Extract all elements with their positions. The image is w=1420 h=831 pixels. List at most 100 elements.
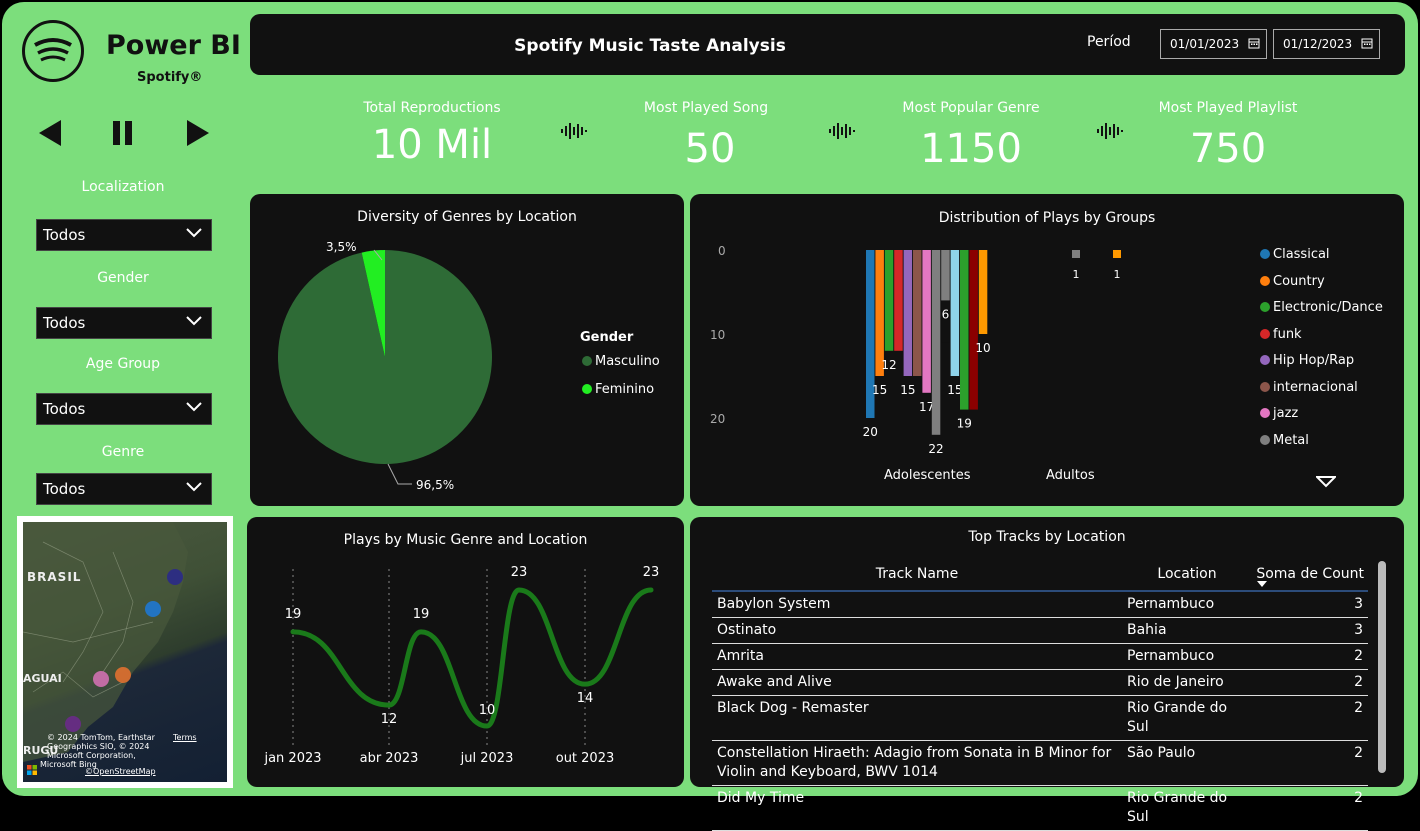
bar[interactable] bbox=[1113, 250, 1121, 258]
table-row[interactable]: Ostinato Bahia 3 bbox=[712, 617, 1368, 644]
location-cell: Rio Grande do Sul bbox=[1122, 785, 1252, 831]
bar-data-label: 15 bbox=[900, 383, 915, 397]
map-country-label: BRASIL bbox=[27, 570, 82, 584]
map-point[interactable] bbox=[65, 716, 81, 732]
map-canvas[interactable]: BRASIL AGUAI RUGU © 2024 TomTom, Earthst… bbox=[23, 522, 227, 782]
localization-dropdown[interactable]: Todos bbox=[36, 219, 212, 251]
bar[interactable] bbox=[1072, 250, 1080, 258]
legend-item-country[interactable]: Country bbox=[1260, 274, 1325, 289]
map-point[interactable] bbox=[93, 671, 109, 687]
dropdown-value: Todos bbox=[43, 400, 86, 418]
period-label: Períod bbox=[1087, 34, 1131, 50]
count-cell: 2 bbox=[1252, 785, 1368, 831]
openstreetmap-link[interactable]: ©OpenStreetMap bbox=[85, 767, 156, 776]
bar[interactable] bbox=[894, 250, 903, 351]
skip-back-icon[interactable] bbox=[36, 118, 68, 152]
pie-label-small: 3,5% bbox=[326, 240, 357, 254]
pie-chart-panel: Diversity of Genres by Location 3,5% 96,… bbox=[250, 194, 684, 506]
track-name-cell: Ostinato bbox=[712, 617, 1122, 644]
legend-item-classical[interactable]: Classical bbox=[1260, 247, 1330, 262]
legend-dot bbox=[1260, 328, 1270, 339]
column-header-location[interactable]: Location bbox=[1122, 562, 1252, 592]
kpi-value: 50 bbox=[684, 126, 736, 172]
bar[interactable] bbox=[903, 250, 913, 376]
header-bar: Spotify Music Taste Analysis Períod 01/0… bbox=[250, 14, 1405, 75]
bar-data-label: 22 bbox=[928, 442, 943, 456]
map-point[interactable] bbox=[115, 667, 131, 683]
table-scrollbar[interactable] bbox=[1378, 561, 1386, 773]
bar-data-label: 15 bbox=[872, 383, 887, 397]
gender-dropdown[interactable]: Todos bbox=[36, 307, 212, 339]
track-name-cell: Did My Time bbox=[712, 785, 1122, 831]
spotify-logo-icon bbox=[22, 20, 84, 82]
x-category-label: Adultos bbox=[1046, 468, 1095, 483]
skip-forward-icon[interactable] bbox=[184, 118, 216, 152]
chevron-down-icon bbox=[186, 228, 202, 238]
bar[interactable] bbox=[960, 250, 969, 410]
line-data-label: 14 bbox=[577, 691, 594, 706]
triangle-down-icon[interactable] bbox=[1316, 476, 1336, 488]
legend-item-jazz[interactable]: jazz bbox=[1260, 406, 1298, 421]
table-row[interactable]: Black Dog - Remaster Rio Grande do Sul 2 bbox=[712, 695, 1368, 741]
bar-data-label: 6 bbox=[942, 307, 950, 321]
line-series[interactable] bbox=[290, 587, 654, 729]
kpi-label: Total Reproductions bbox=[363, 100, 501, 116]
table-row[interactable]: Constellation Hiraeth: Adagio from Sonat… bbox=[712, 740, 1368, 786]
map-point[interactable] bbox=[167, 569, 183, 585]
bar-chart-panel: Distribution of Plays by Groups 0 10 20 … bbox=[690, 194, 1404, 506]
legend-dot bbox=[1260, 302, 1270, 312]
brand-subtitle: Spotify® bbox=[137, 70, 203, 85]
dropdown-value: Todos bbox=[43, 314, 86, 332]
sound-wave-icon bbox=[829, 123, 855, 139]
pie-chart[interactable] bbox=[250, 194, 684, 506]
bar-data-label: 1 bbox=[1114, 268, 1121, 281]
bar[interactable] bbox=[884, 250, 894, 351]
legend-dot bbox=[1260, 275, 1270, 286]
table-row[interactable]: Amrita Pernambuco 2 bbox=[712, 643, 1368, 670]
pause-icon[interactable] bbox=[110, 118, 142, 152]
track-name-cell: Awake and Alive bbox=[712, 669, 1122, 696]
count-cell: 2 bbox=[1252, 643, 1368, 670]
map-point[interactable] bbox=[145, 601, 161, 617]
track-name-cell: Constellation Hiraeth: Adagio from Sonat… bbox=[712, 740, 1122, 786]
date-end-input[interactable]: 01/12/2023 bbox=[1273, 29, 1380, 59]
map-terms-link[interactable]: Terms bbox=[173, 733, 197, 742]
date-start-input[interactable]: 01/01/2023 bbox=[1160, 29, 1267, 59]
slicer-label-localization: Localization bbox=[81, 179, 165, 195]
bar-chart[interactable]: 20151215172261519101 1 bbox=[690, 194, 1404, 506]
bar[interactable] bbox=[941, 250, 950, 301]
location-map[interactable]: BRASIL AGUAI RUGU © 2024 TomTom, Earthst… bbox=[17, 516, 233, 788]
bar[interactable] bbox=[978, 250, 988, 334]
legend-dot bbox=[1260, 355, 1270, 365]
legend-item-electronic-dance[interactable]: Electronic/Dance bbox=[1260, 300, 1383, 315]
count-cell: 2 bbox=[1252, 695, 1368, 741]
pie-legend-item-masculino[interactable]: Masculino bbox=[582, 354, 660, 369]
track-name-cell: Black Dog - Remaster bbox=[712, 695, 1122, 741]
age-group-dropdown[interactable]: Todos bbox=[36, 393, 212, 425]
table-row[interactable]: Babylon System Pernambuco 3 bbox=[712, 591, 1368, 618]
legend-item-internacional[interactable]: internacional bbox=[1260, 380, 1358, 395]
legend-item-hip-hop-rap[interactable]: Hip Hop/Rap bbox=[1260, 353, 1354, 368]
chevron-down-icon bbox=[186, 402, 202, 412]
dropdown-value: Todos bbox=[43, 226, 86, 244]
table-row[interactable]: Awake and Alive Rio de Janeiro 2 bbox=[712, 669, 1368, 696]
chevron-down-icon bbox=[186, 482, 202, 492]
table-row[interactable]: Did My Time Rio Grande do Sul 2 bbox=[712, 785, 1368, 831]
legend-item-metal[interactable]: Metal bbox=[1260, 433, 1309, 448]
chevron-down-icon bbox=[186, 316, 202, 326]
kpi-value: 750 bbox=[1189, 126, 1267, 172]
genre-dropdown[interactable]: Todos bbox=[36, 473, 212, 505]
legend-item-funk[interactable]: funk bbox=[1260, 327, 1302, 342]
line-chart[interactable]: jan 2023 abr 2023 jul 2023 out 2023 19 12 19 10… bbox=[247, 517, 684, 787]
bar[interactable] bbox=[922, 250, 931, 393]
column-header-count[interactable]: Soma de Count bbox=[1252, 562, 1368, 592]
dashboard-canvas: Power BI Spotify® Localization Todos Gen… bbox=[0, 0, 1420, 831]
bar[interactable] bbox=[950, 250, 960, 376]
column-header-track-name[interactable]: Track Name bbox=[712, 562, 1122, 592]
legend-dot bbox=[1260, 434, 1270, 445]
pie-legend-item-feminino[interactable]: Feminino bbox=[582, 382, 654, 397]
bar[interactable] bbox=[931, 250, 941, 435]
bar[interactable] bbox=[969, 250, 978, 410]
count-cell: 2 bbox=[1252, 669, 1368, 696]
bar[interactable] bbox=[913, 250, 922, 376]
